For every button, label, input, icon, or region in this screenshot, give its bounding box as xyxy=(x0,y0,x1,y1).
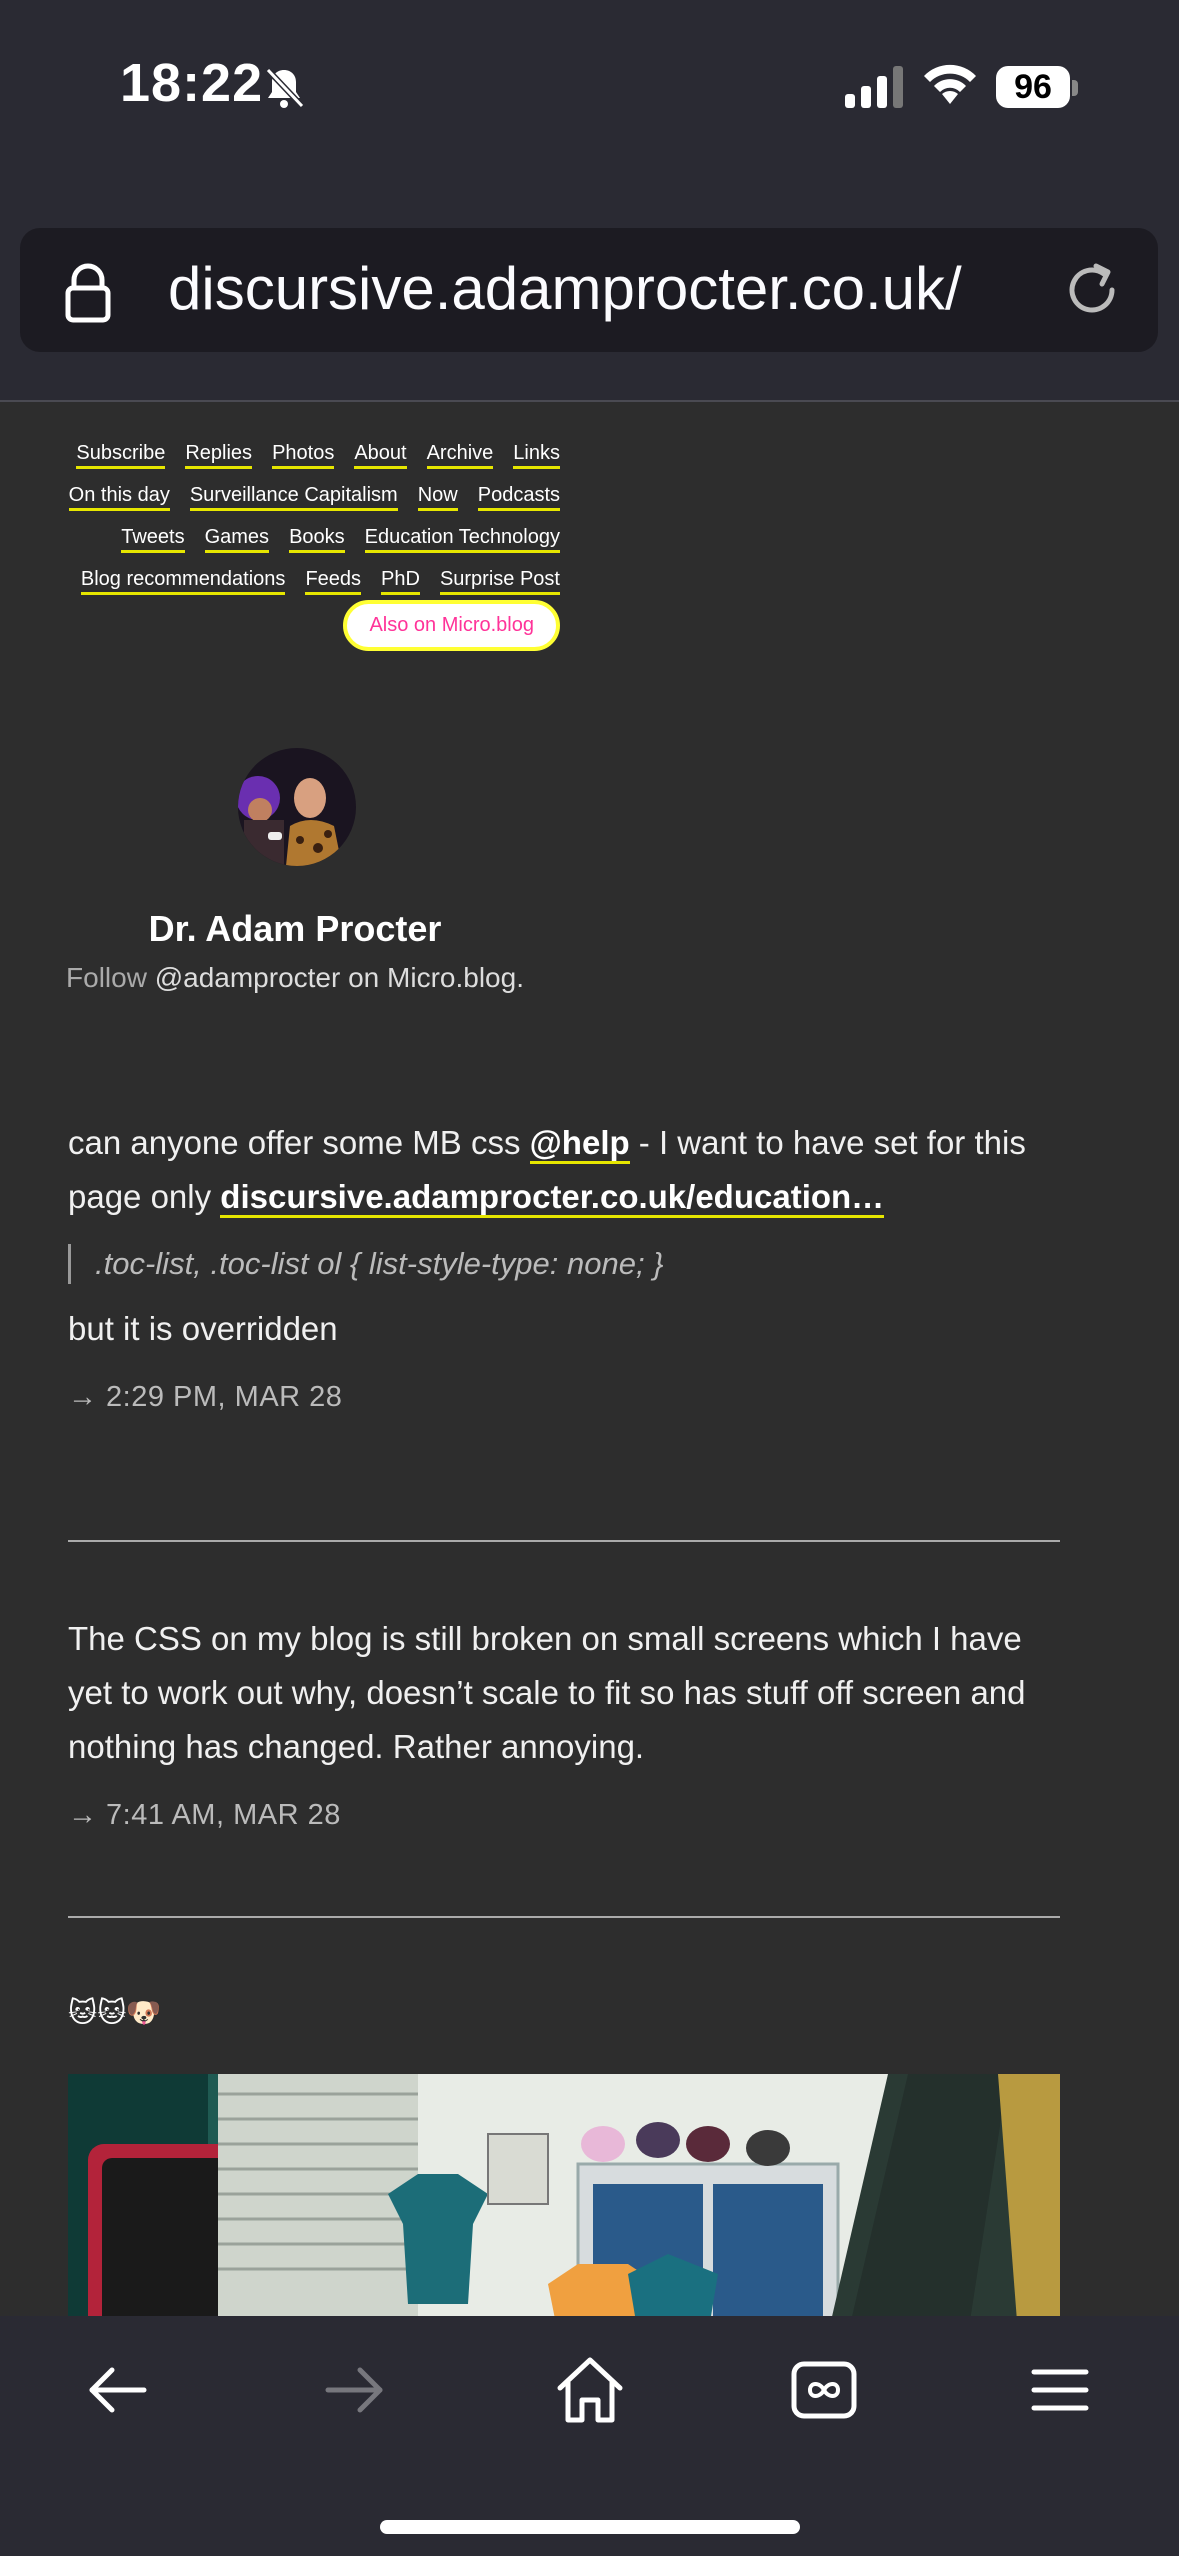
post-body: can anyone offer some MB css @help - I w… xyxy=(68,1116,1060,1224)
post-timestamp-link[interactable]: → 7:41 AM, MAR 28 xyxy=(68,1788,1060,1842)
nav-link-replies[interactable]: Replies xyxy=(185,442,253,469)
nav-row: Also on Micro.blog xyxy=(40,599,560,651)
clock: 18:22 xyxy=(120,53,264,113)
home-icon[interactable] xyxy=(550,2350,630,2430)
mention-link[interactable]: @help xyxy=(529,1124,630,1164)
post-text: can anyone offer some MB css xyxy=(68,1124,530,1161)
nav-link-podcasts[interactable]: Podcasts xyxy=(477,484,560,511)
tabs-icon[interactable] xyxy=(784,2350,864,2430)
nav-link-games[interactable]: Games xyxy=(204,526,270,553)
nav-link-now[interactable]: Now xyxy=(417,484,458,511)
battery-level: 96 xyxy=(996,66,1070,108)
blockquote: .toc-list, .toc-list ol { list-style-typ… xyxy=(68,1244,1060,1284)
cellular-signal-icon xyxy=(845,66,903,108)
post-divider xyxy=(68,1916,1060,1918)
post-divider xyxy=(68,1540,1060,1542)
page-content: Subscribe Replies Photos About Archive L… xyxy=(0,404,1179,2316)
nav-link-education-technology[interactable]: Education Technology xyxy=(364,526,560,553)
nav-link-subscribe[interactable]: Subscribe xyxy=(76,442,166,469)
post: can anyone offer some MB css @help - I w… xyxy=(68,1116,1060,1424)
bottom-toolbar xyxy=(0,2316,1179,2556)
browser-toolbar: discursive.adamprocter.co.uk/ xyxy=(0,160,1179,402)
nav-row: On this day Surveillance Capitalism Now … xyxy=(40,476,560,518)
battery-indicator: 96 xyxy=(996,66,1080,110)
post-text: but it is overridden xyxy=(68,1310,338,1347)
home-indicator[interactable] xyxy=(380,2520,800,2534)
nav-link-photos[interactable]: Photos xyxy=(272,442,335,469)
nav-link-phd[interactable]: PhD xyxy=(381,568,420,595)
wifi-icon xyxy=(924,64,976,104)
nav-link-surprise-post[interactable]: Surprise Post xyxy=(439,568,560,595)
also-on-microblog-button[interactable]: Also on Micro.blog xyxy=(343,599,560,651)
nav-link-tweets[interactable]: Tweets xyxy=(121,526,185,553)
follow-suffix: on Micro.blog. xyxy=(348,962,524,993)
post-photo[interactable] xyxy=(68,2074,1060,2316)
lock-icon[interactable] xyxy=(56,260,120,324)
avatar[interactable] xyxy=(238,748,356,866)
post-timestamp-link[interactable]: → 2:29 PM, MAR 28 xyxy=(68,1370,1060,1424)
author-handle-link[interactable]: @adamprocter xyxy=(155,962,341,993)
nav-row: Blog recommendations Feeds PhD Surprise … xyxy=(40,560,560,602)
nav-row: Subscribe Replies Photos About Archive L… xyxy=(40,434,560,476)
reload-icon[interactable] xyxy=(1060,258,1124,322)
site-nav: Subscribe Replies Photos About Archive L… xyxy=(40,434,560,651)
status-bar: 18:22 96 xyxy=(0,0,1179,160)
author-name: Dr. Adam Procter xyxy=(148,908,442,949)
follow-prefix: Follow xyxy=(66,962,147,993)
nav-link-on-this-day[interactable]: On this day xyxy=(68,484,170,511)
nav-link-about[interactable]: About xyxy=(354,442,407,469)
url-bar[interactable]: discursive.adamprocter.co.uk/ xyxy=(20,228,1158,352)
back-arrow-icon[interactable] xyxy=(78,2350,158,2430)
post-emoji: 🐱🐱🐶 xyxy=(68,1997,162,2028)
post-body: The CSS on my blog is still broken on sm… xyxy=(68,1620,1026,1765)
bell-slash-icon xyxy=(265,67,305,109)
nav-link-books[interactable]: Books xyxy=(289,526,345,553)
nav-row: Tweets Games Books Education Technology xyxy=(40,518,560,560)
post: The CSS on my blog is still broken on sm… xyxy=(68,1612,1060,1842)
follow-line: Follow @adamprocter on Micro.blog. xyxy=(0,962,590,994)
nav-link-surveillance-capitalism[interactable]: Surveillance Capitalism xyxy=(189,484,398,511)
forward-arrow-icon[interactable] xyxy=(314,2350,394,2430)
post-link[interactable]: discursive.adamprocter.co.uk/education… xyxy=(220,1178,885,1218)
menu-icon[interactable] xyxy=(1020,2350,1100,2430)
url-text[interactable]: discursive.adamprocter.co.uk/ xyxy=(168,254,962,323)
nav-link-blog-recommendations[interactable]: Blog recommendations xyxy=(80,568,286,595)
nav-link-archive[interactable]: Archive xyxy=(426,442,494,469)
nav-link-feeds[interactable]: Feeds xyxy=(305,568,362,595)
nav-link-links[interactable]: Links xyxy=(513,442,560,469)
